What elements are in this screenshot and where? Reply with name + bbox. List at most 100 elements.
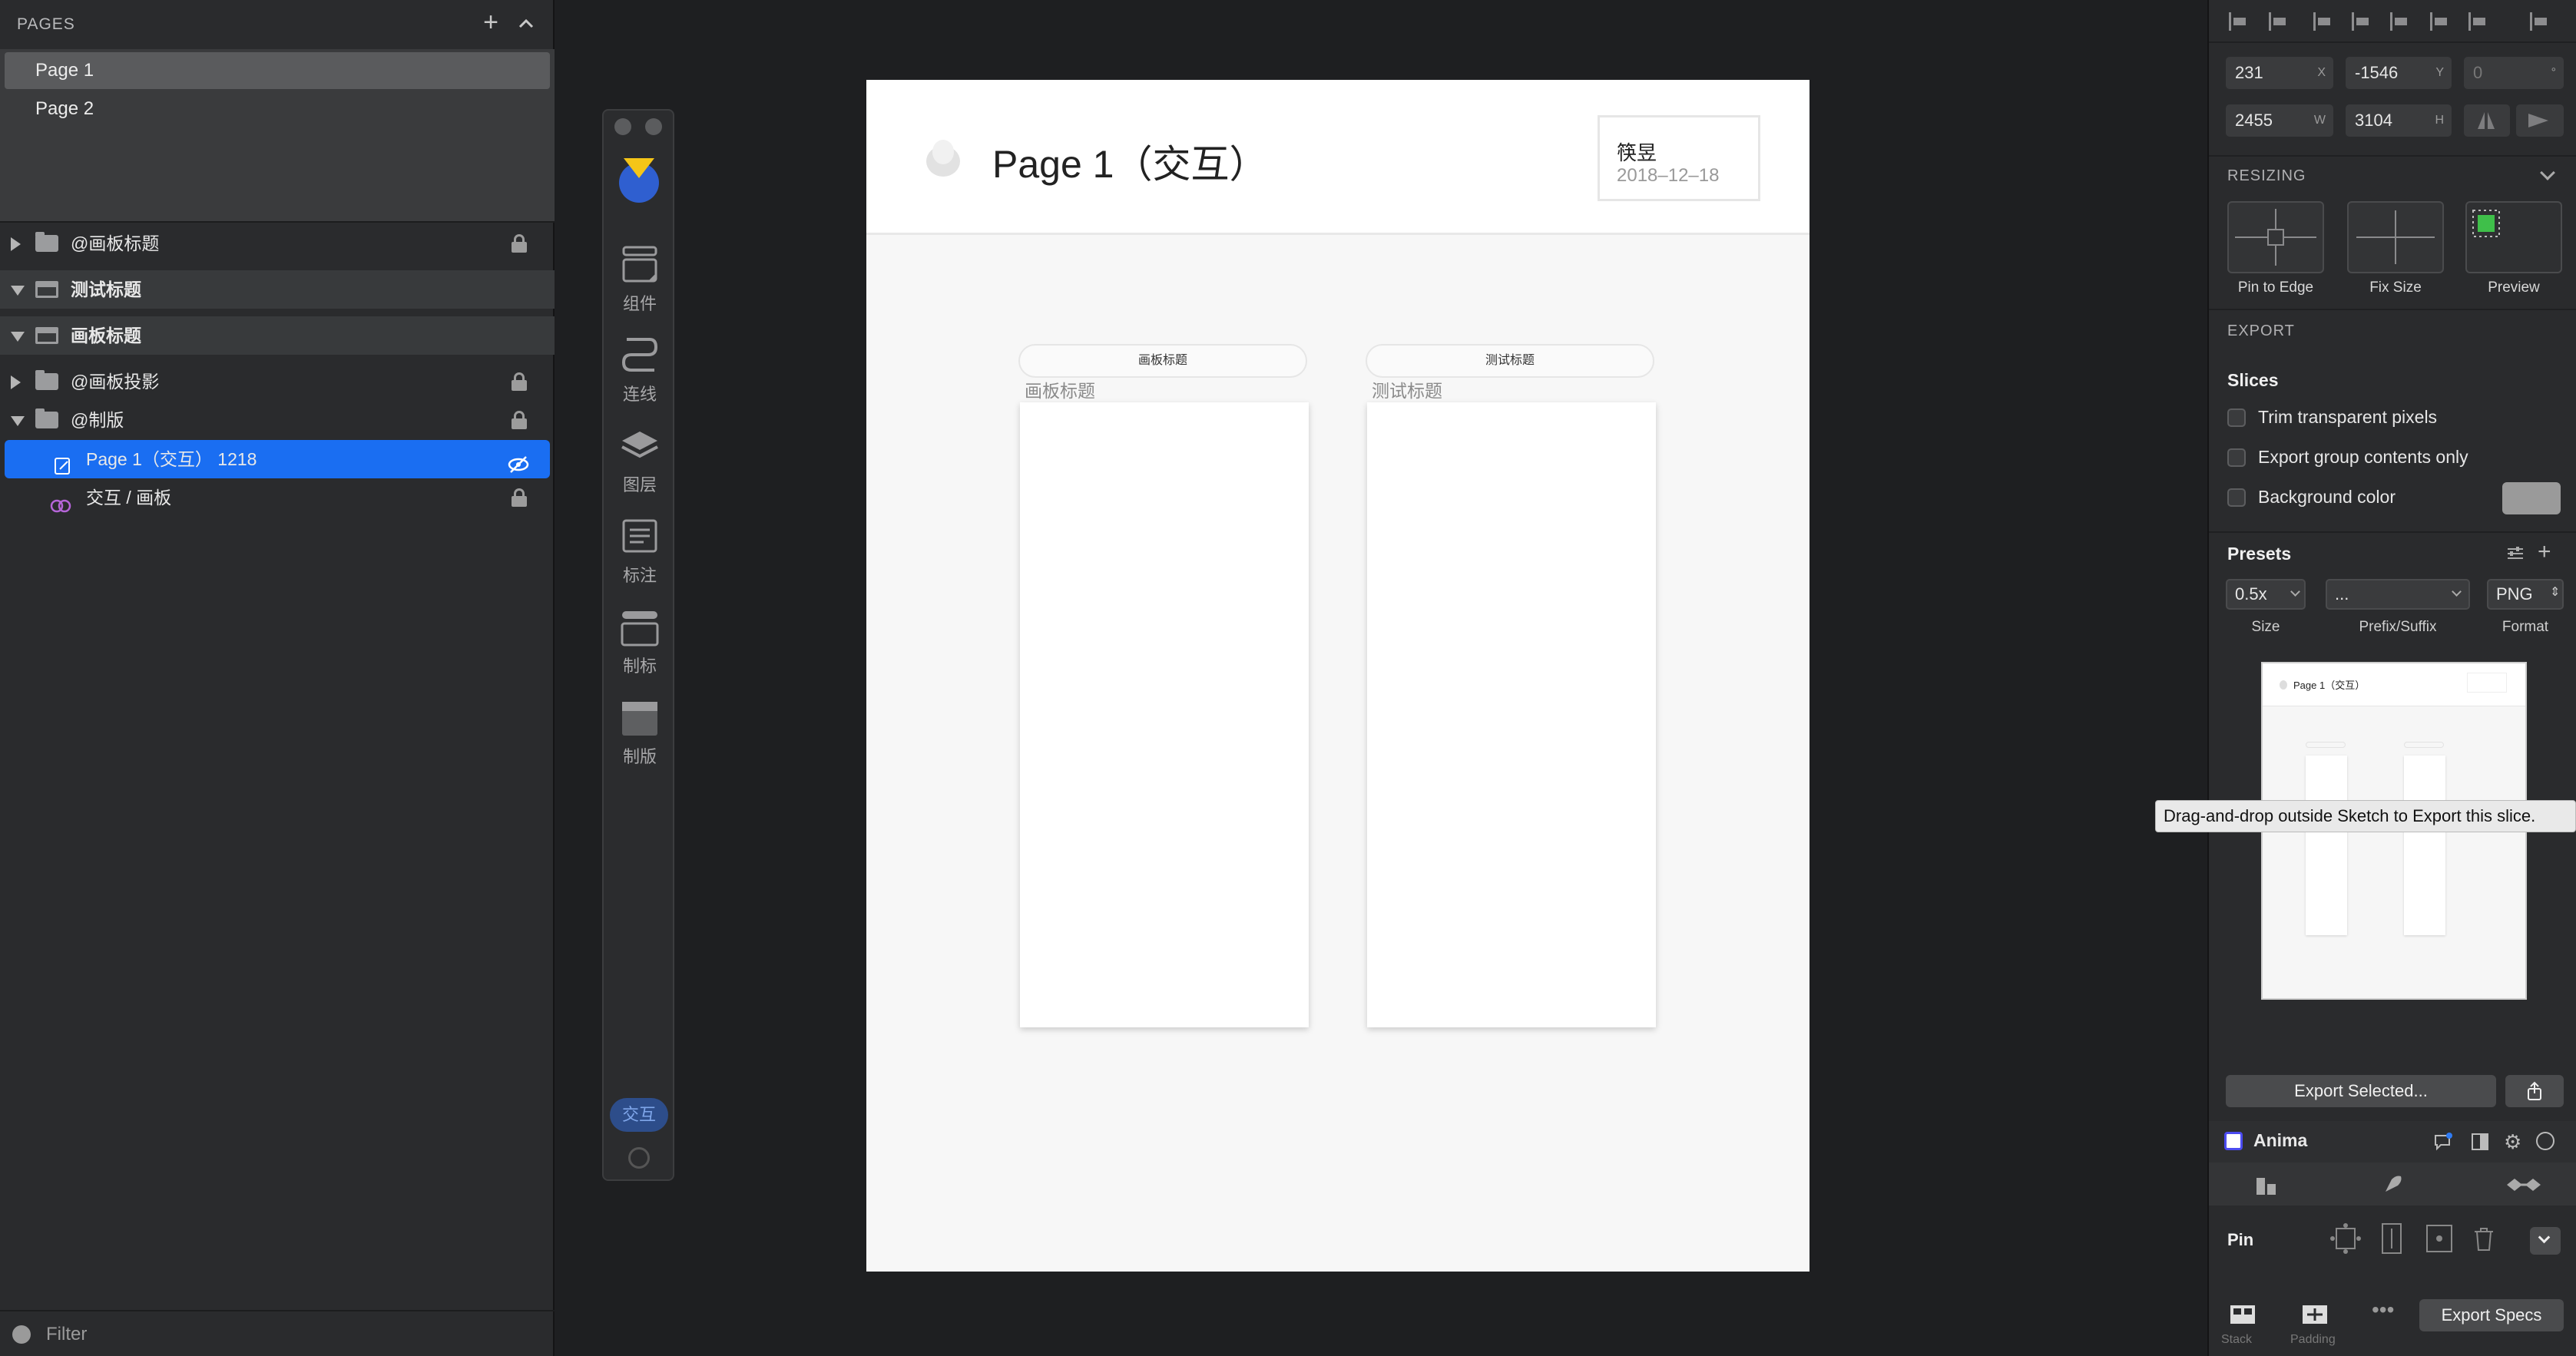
artboard-page-1[interactable]: Page 1（交互） 筷昱 2018–12–18 画板标题 画板标题 测试标题 … (866, 80, 1809, 1272)
background-color-swatch[interactable] (2502, 482, 2561, 514)
toolbar-item-component[interactable]: 组件 (604, 243, 676, 315)
author-name: 筷昱 (1617, 141, 1657, 164)
filter-icon[interactable] (12, 1325, 31, 1344)
panel-toggle-icon[interactable] (2470, 1132, 2490, 1152)
pages-header: PAGES + (0, 0, 555, 49)
size-select[interactable]: 0.5x (2226, 579, 2306, 610)
background-color-checkbox[interactable] (2227, 488, 2246, 507)
lock-icon[interactable] (512, 372, 527, 391)
padding-icon[interactable] (2300, 1299, 2330, 1330)
align-center-icon[interactable] (2269, 12, 2289, 31)
close-dot-icon[interactable] (614, 118, 631, 135)
link-tab-icon[interactable] (2504, 1173, 2541, 1193)
align-bottom-icon[interactable] (2530, 12, 2550, 31)
collapse-arrow-icon[interactable] (11, 332, 25, 342)
pin-center-icon[interactable] (2424, 1221, 2455, 1256)
folder-icon (35, 232, 58, 252)
toolbar-item-make-board[interactable]: 制版 (604, 696, 676, 768)
minimize-dot-icon[interactable] (645, 118, 662, 135)
collapse-arrow-icon[interactable] (11, 286, 25, 296)
layer-row[interactable]: @画板标题 (0, 224, 555, 263)
layer-row[interactable]: 交互 / 画板 (0, 478, 555, 517)
more-icon[interactable]: ••• (2372, 1298, 2394, 1322)
group-contents-checkbox[interactable] (2227, 448, 2246, 467)
trim-checkbox[interactable] (2227, 408, 2246, 427)
pin-edges-icon[interactable] (2329, 1221, 2362, 1256)
expand-arrow-icon[interactable] (11, 375, 21, 389)
divider (2209, 309, 2576, 310)
annotate-icon (621, 514, 659, 557)
export-tooltip: Drag-and-drop outside Sketch to Export t… (2155, 800, 2576, 832)
chat-icon[interactable] (2433, 1132, 2453, 1152)
preview-tab (2306, 742, 2346, 748)
gear-icon[interactable]: ⚙ (2504, 1132, 2524, 1152)
board-label: 测试标题 (1372, 381, 1442, 401)
distribute-horizontal-icon[interactable] (2313, 12, 2333, 31)
toolbar-item-layers[interactable]: 图层 (604, 424, 676, 496)
pin-to-edge-box[interactable] (2227, 201, 2324, 273)
lock-icon[interactable] (512, 411, 527, 429)
page-item-page-1[interactable]: Page 1 (5, 52, 550, 89)
x-suffix: X (2317, 66, 2326, 79)
y-field[interactable]: -1546 Y (2346, 57, 2452, 89)
rotation-field[interactable]: 0 ° (2464, 57, 2564, 89)
align-left-icon[interactable] (2229, 12, 2249, 31)
pin-dropdown-button[interactable] (2530, 1227, 2561, 1255)
align-horizontal-center-icon[interactable] (2352, 12, 2372, 31)
board-preview[interactable] (1367, 402, 1656, 1027)
layer-row[interactable]: 画板标题 (0, 316, 555, 355)
make-board-icon (621, 696, 659, 739)
format-select[interactable]: PNG ⇕ (2487, 579, 2564, 610)
collapse-arrow-icon[interactable] (11, 416, 25, 426)
chevron-down-icon (2538, 1231, 2551, 1244)
export-selected-button[interactable]: Export Selected... (2226, 1075, 2496, 1107)
width-field[interactable]: 2455 W (2226, 104, 2333, 137)
align-middle-icon[interactable] (2468, 12, 2488, 31)
stack-icon[interactable] (2227, 1299, 2258, 1330)
collapse-pages-icon[interactable] (516, 14, 536, 34)
height-field[interactable]: 3104 H (2346, 104, 2452, 137)
toolbar-item-connect[interactable]: 连线 (604, 333, 676, 405)
share-button[interactable] (2505, 1075, 2564, 1107)
align-right-icon[interactable] (2390, 12, 2410, 31)
preset-settings-icon[interactable] (2505, 544, 2525, 564)
layer-row[interactable]: @画板投影 (0, 362, 555, 401)
make-title-icon (621, 605, 659, 648)
pin-vertical-icon[interactable] (2376, 1221, 2407, 1256)
flip-vertical-button[interactable] (2516, 104, 2564, 137)
add-preset-icon[interactable]: + (2538, 541, 2558, 564)
lock-icon[interactable] (512, 488, 527, 507)
toolbar-item-annotate[interactable]: 标注 (604, 514, 676, 587)
add-page-icon[interactable]: + (479, 9, 502, 35)
layer-row[interactable]: @制版 (0, 401, 555, 439)
layout-tab-icon[interactable] (2255, 1173, 2276, 1195)
toolbar-item-label: 连线 (622, 385, 657, 404)
help-icon[interactable] (2536, 1132, 2554, 1150)
plugin-toolbar: 组件 连线 图层 标注 制标 制版 交互 (602, 109, 674, 1181)
lock-icon[interactable] (512, 234, 527, 253)
toolbar-item-label: 制标 (622, 657, 657, 676)
x-field[interactable]: 231 X (2226, 57, 2333, 89)
filter-bar[interactable]: Filter (0, 1310, 555, 1356)
flip-horizontal-button[interactable] (2464, 104, 2510, 137)
settings-gear-icon[interactable] (628, 1147, 650, 1169)
anima-tabs (2209, 1163, 2576, 1206)
page-item-page-2[interactable]: Page 2 (5, 91, 550, 127)
publish-tab-icon[interactable] (2381, 1173, 2402, 1193)
prefix-select[interactable]: ... (2326, 579, 2470, 610)
toolbar-item-make-title[interactable]: 制标 (604, 605, 676, 677)
toolbar-item-label: 组件 (622, 294, 657, 313)
align-top-icon[interactable] (2430, 12, 2450, 31)
width-value: 2455 (2235, 111, 2273, 130)
layers-sidebar: PAGES + Page 1 Page 2 @画板标题 测试标题 画板标题 @画… (0, 0, 555, 1356)
board-preview[interactable] (1020, 402, 1309, 1027)
layer-row-selected[interactable]: Page 1（交互） 1218 (5, 440, 550, 478)
trash-icon[interactable] (2472, 1225, 2496, 1253)
layer-row[interactable]: 测试标题 (0, 270, 555, 309)
interaction-mode-pill[interactable]: 交互 (610, 1098, 668, 1132)
chevron-down-icon[interactable] (2540, 165, 2555, 180)
export-specs-button[interactable]: Export Specs (2419, 1299, 2564, 1331)
expand-arrow-icon[interactable] (11, 237, 21, 251)
hidden-eye-icon[interactable] (507, 449, 529, 473)
fix-size-box[interactable] (2347, 201, 2444, 273)
